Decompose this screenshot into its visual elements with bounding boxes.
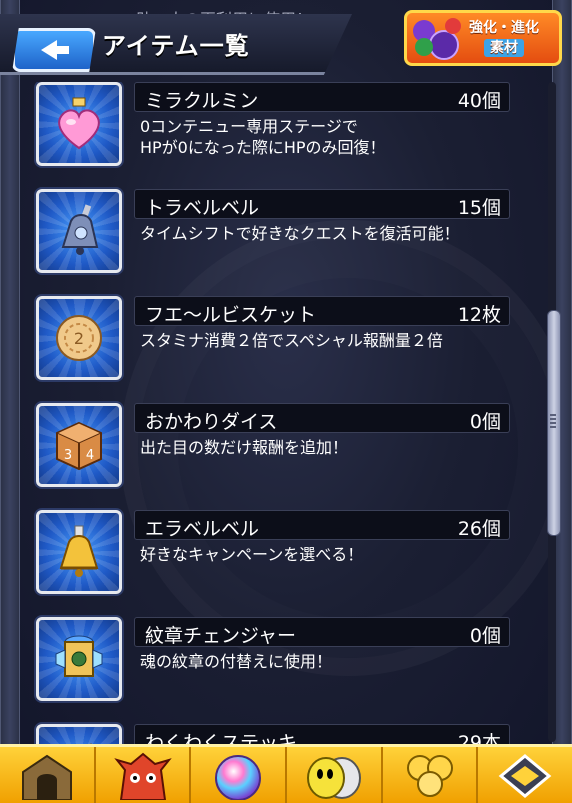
item-name: ミラクルミン	[145, 90, 259, 112]
bell-icon	[61, 204, 99, 255]
page-title: アイテム一覧	[102, 32, 250, 60]
item-name: おかわりダイス	[145, 411, 278, 433]
item-count: 15個	[457, 197, 501, 219]
item-count: 26個	[457, 518, 501, 540]
other-menu-icon	[498, 754, 552, 798]
nav-friends-button[interactable]	[287, 747, 383, 803]
item-name: わくわくステッキ	[145, 732, 298, 744]
item-count: 40個	[457, 90, 501, 112]
dice-icon: 3 4	[55, 421, 103, 471]
nav-shop-button[interactable]	[383, 747, 479, 803]
heart-potion-icon	[58, 97, 100, 150]
svg-text:2: 2	[74, 329, 84, 348]
back-button[interactable]	[12, 28, 96, 72]
svg-text:4: 4	[86, 448, 94, 463]
evolve-materials-icon	[411, 16, 467, 60]
item-count: 29本	[457, 732, 501, 744]
back-arrow-icon	[41, 40, 69, 60]
item-description: 好きなキャンペーンを選べる！	[140, 545, 364, 564]
bottom-navigation	[0, 744, 572, 803]
emblem-changer-icon	[55, 635, 103, 677]
list-item[interactable]: 2 フエ～ルビスケット 12枚 スタミナ消費２倍でスペシャル報酬量２倍	[26, 296, 534, 392]
evolve-button-label: 強化・進化	[469, 20, 539, 36]
scrollbar-grip-icon	[550, 414, 556, 428]
svg-text:3: 3	[64, 448, 72, 463]
list-item[interactable]: 紋章チェンジャー 0個 魂の紋章の付替えに使用！	[26, 617, 534, 713]
list-item[interactable]: ミラクルミン 40個 0コンテニュー専用ステージで HPが0になった際にHPのみ…	[26, 82, 534, 178]
item-description: 魂の紋章の付替えに使用！	[140, 652, 333, 671]
list-item[interactable]: 3 4 おかわりダイス 0個 出た目の数だけ報酬を追加！	[26, 403, 534, 499]
nav-monster-button[interactable]	[96, 747, 192, 803]
item-count: 0個	[469, 625, 501, 647]
evolve-button-sublabel: 素材	[484, 39, 524, 57]
item-name: エラベルベル	[145, 518, 260, 540]
list-item[interactable]: エラベルベル 26個 好きなキャンペーンを選べる！	[26, 510, 534, 606]
shop-balloon-icon	[406, 755, 453, 797]
nav-other-button[interactable]	[478, 747, 572, 803]
item-name: トラベルベル	[145, 197, 260, 219]
biscuit-icon: 2	[56, 315, 102, 361]
evolve-materials-button[interactable]: 強化・進化 素材	[404, 10, 562, 66]
item-description: 0コンテニュー専用ステージで HPが0になった際にHPのみ回復！	[140, 117, 386, 157]
nav-home-button[interactable]	[0, 747, 96, 803]
nav-gacha-button[interactable]	[191, 747, 288, 803]
gacha-orb-icon	[215, 755, 262, 800]
item-count: 0個	[469, 411, 501, 433]
header: 助っ人の再利用に使用！ アイテム一覧 強化・進化 素材	[0, 0, 572, 82]
list-item[interactable]: わくわくステッキ 29本	[26, 724, 534, 744]
friends-icon	[306, 757, 361, 799]
home-gate-icon	[21, 754, 72, 800]
item-description: タイムシフトで好きなクエストを復活可能！	[140, 224, 460, 243]
list-item[interactable]: トラベルベル 15個 タイムシフトで好きなクエストを復活可能！	[26, 189, 534, 285]
item-description: スタミナ消費２倍でスペシャル報酬量２倍	[140, 331, 443, 350]
gold-bell-icon	[59, 525, 99, 577]
item-name: フエ～ルビスケット	[145, 304, 317, 326]
item-description: 出た目の数だけ報酬を追加！	[140, 438, 349, 457]
monster-icon	[113, 752, 172, 800]
left-frame-rail	[0, 0, 20, 800]
item-name: 紋章チェンジャー	[145, 625, 297, 647]
item-list[interactable]: ミラクルミン 40個 0コンテニュー専用ステージで HPが0になった際にHPのみ…	[26, 82, 534, 744]
item-count: 12枚	[457, 304, 501, 326]
